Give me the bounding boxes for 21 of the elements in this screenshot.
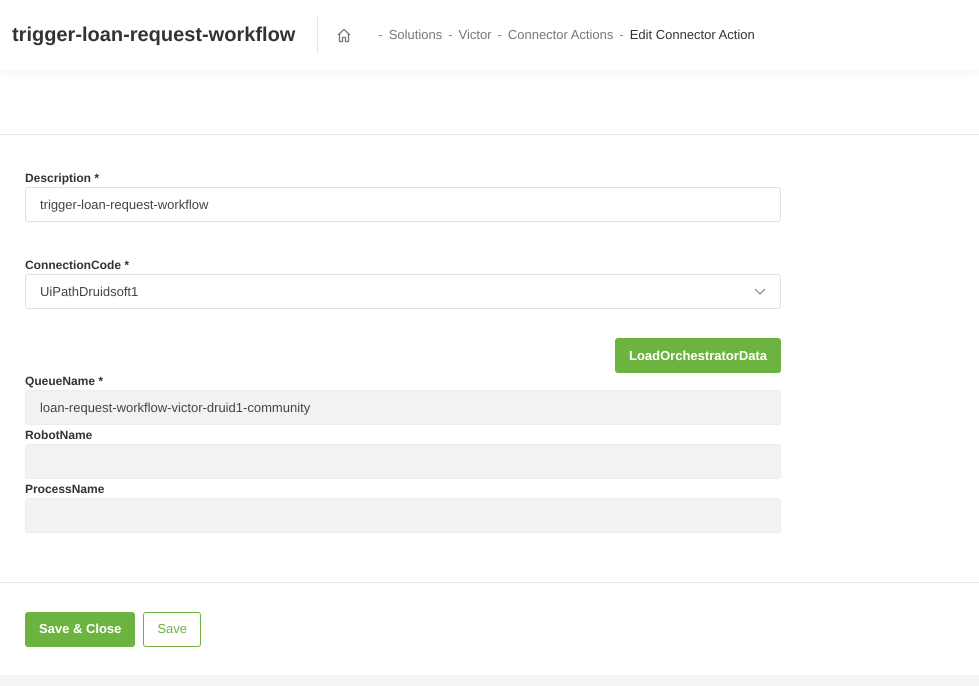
breadcrumb-separator: - bbox=[378, 26, 383, 44]
breadcrumb-link[interactable]: Victor bbox=[458, 25, 492, 45]
page-title: trigger-loan-request-workflow bbox=[11, 23, 296, 48]
breadcrumb-separator: - bbox=[448, 26, 453, 44]
breadcrumb-link[interactable]: Connector Actions bbox=[508, 25, 614, 45]
field-label: ProcessName bbox=[25, 482, 106, 496]
load-data-button[interactable]: LoadOrchestratorData bbox=[615, 338, 781, 373]
breadcrumb-separator: - bbox=[498, 26, 502, 44]
breadcrumb-separator: - bbox=[619, 26, 624, 44]
chevron-down-icon bbox=[754, 288, 766, 295]
save-button[interactable]: Save bbox=[143, 612, 202, 646]
field-label: Description * bbox=[25, 171, 100, 185]
field-label: RobotName bbox=[25, 428, 94, 442]
home-icon[interactable] bbox=[336, 28, 352, 42]
field-label: ConnectionCode * bbox=[25, 258, 130, 272]
save-close-button[interactable]: Save & Close bbox=[25, 612, 136, 646]
field-label: QueueName * bbox=[25, 374, 104, 388]
breadcrumb-link[interactable]: Edit Connector Action bbox=[630, 25, 755, 45]
breadcrumb-link[interactable]: Solutions bbox=[388, 25, 442, 45]
input-field[interactable]: trigger-loan-request-workflow bbox=[25, 187, 781, 222]
select-field[interactable]: UiPathDruidsoft1 bbox=[25, 274, 781, 309]
